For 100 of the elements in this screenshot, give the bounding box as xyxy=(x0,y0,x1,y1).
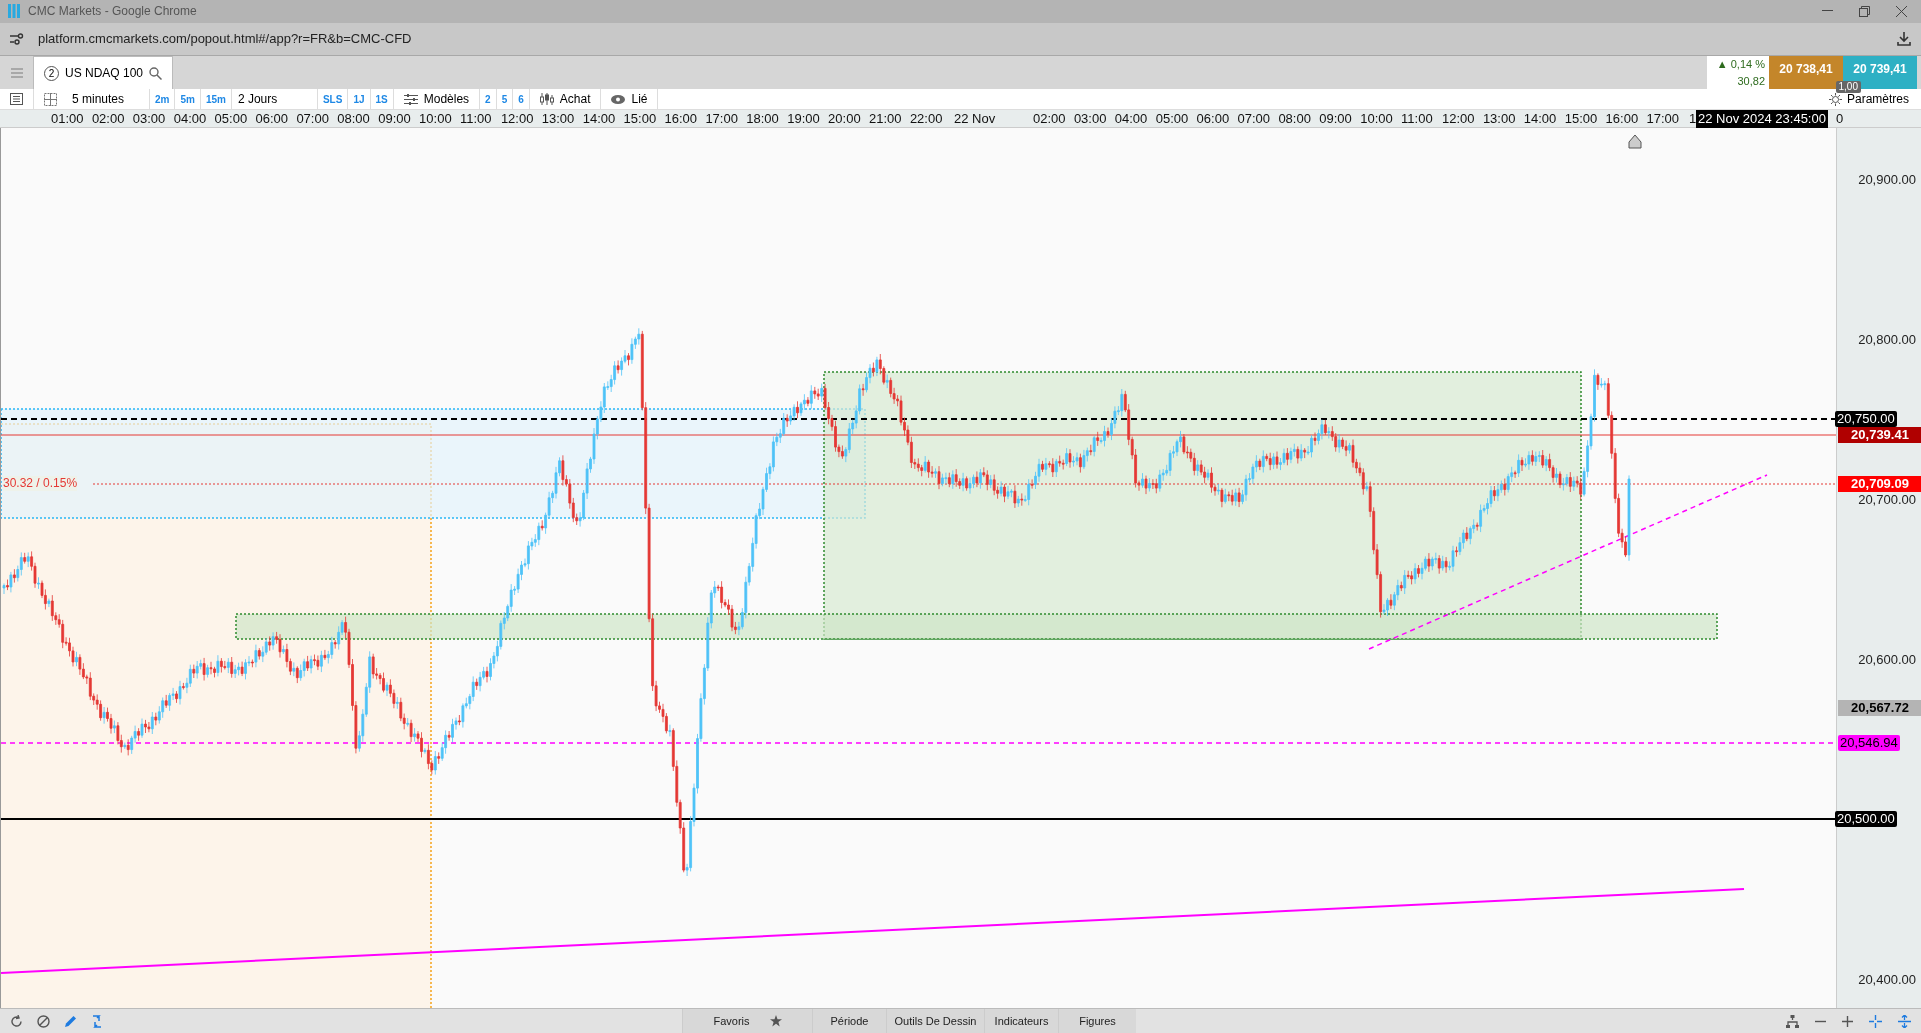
list-icon[interactable] xyxy=(10,93,23,106)
site-settings-icon[interactable] xyxy=(10,32,24,45)
price-label: 20,800.00 xyxy=(1858,332,1916,348)
time-label: 09:00 xyxy=(1319,110,1352,129)
price-label: 20,600.00 xyxy=(1858,652,1916,668)
swap-arrows-icon[interactable] xyxy=(91,1014,103,1028)
time-label: 09:00 xyxy=(378,110,411,129)
time-label: 02:00 xyxy=(1033,110,1066,129)
time-label: 17:00 xyxy=(1646,110,1680,129)
price-label: 20,900.00 xyxy=(1858,172,1916,188)
time-label: 14:00 xyxy=(1523,110,1557,129)
price-label: 20,400.00 xyxy=(1858,972,1916,988)
time-label: 04:00 xyxy=(1114,110,1148,129)
cursor-time-label: 22 Nov 2024 23:45:00 xyxy=(1696,110,1828,129)
panel-tab[interactable]: Outils De Dessin xyxy=(886,1009,984,1033)
layout-shortcut[interactable]: 2 xyxy=(480,89,497,110)
time-label: 06:00 xyxy=(255,110,289,129)
price-badge: 20,709.09 xyxy=(1838,476,1921,493)
hierarchy-icon[interactable] xyxy=(1786,1014,1799,1028)
price-badge: 20,739.41 xyxy=(1838,427,1921,444)
time-label: 08:00 xyxy=(337,110,370,129)
time-label: 07:00 xyxy=(296,110,329,129)
layout-shortcut[interactable]: 5 xyxy=(496,89,514,110)
address-bar[interactable]: platform.cmcmarkets.com/popout.html#/app?r=FR&b=CMC-CFD xyxy=(38,29,412,49)
time-label: 11:00 xyxy=(1401,110,1433,129)
panel-tab[interactable]: Figures xyxy=(1058,1009,1136,1033)
price-badge: 20,500.00 xyxy=(1835,811,1897,828)
time-label: 22 Nov xyxy=(954,110,996,129)
close-icon[interactable] xyxy=(1896,5,1907,17)
time-label: 12:00 xyxy=(1442,110,1475,129)
layout-shortcut[interactable]: 6 xyxy=(513,89,530,110)
search-icon[interactable] xyxy=(149,66,163,80)
time-label: 14:00 xyxy=(582,110,616,129)
download-icon[interactable] xyxy=(1897,31,1911,46)
time-label: 12:00 xyxy=(500,110,534,129)
app-logo-icon xyxy=(8,4,20,19)
time-label: 06:00 xyxy=(1196,110,1230,129)
panel-tab[interactable]: Favoris xyxy=(682,1009,812,1033)
panel-tab[interactable]: Période xyxy=(812,1009,886,1033)
time-label: 01:00 xyxy=(51,110,84,129)
expand-vertical-icon[interactable] xyxy=(1898,1014,1911,1028)
settings-icon xyxy=(1828,92,1842,106)
crosshair-icon[interactable] xyxy=(1869,1014,1882,1028)
window-title: CMC Markets - Google Chrome xyxy=(28,3,197,21)
period-dropdown[interactable]: 2 Jours xyxy=(231,89,318,110)
time-label: 21:00 xyxy=(869,110,902,129)
pencil-icon[interactable] xyxy=(64,1014,77,1028)
measure-label: 30.32 / 0.15% xyxy=(3,476,78,492)
price-badge: 20,567.72 xyxy=(1838,700,1921,717)
chart-type-button[interactable]: Achat xyxy=(529,89,602,110)
time-label: 07:00 xyxy=(1237,110,1271,129)
eye-icon xyxy=(611,94,626,104)
time-label: 13:00 xyxy=(541,110,575,129)
refresh-icon[interactable] xyxy=(10,1014,23,1028)
time-label: 11:00 xyxy=(460,110,492,129)
zoom-in-icon[interactable] xyxy=(1842,1015,1853,1027)
time-label: 04:00 xyxy=(173,110,207,129)
time-label: 05:00 xyxy=(214,110,248,129)
spread-badge: 1,00 xyxy=(1835,81,1861,94)
time-label: 22:00 xyxy=(909,110,943,129)
time-label: 19:00 xyxy=(787,110,820,129)
interval-shortcut[interactable]: 2m xyxy=(150,89,176,110)
interval-shortcut[interactable]: 15m xyxy=(200,89,232,110)
interval-dropdown[interactable]: 5 minutes xyxy=(66,89,150,110)
change-points: 30,82 xyxy=(1737,73,1765,89)
time-label: 1 xyxy=(1689,110,1697,129)
time-label: 16:00 xyxy=(664,110,698,129)
time-label: 10:00 xyxy=(419,110,452,129)
restore-icon[interactable] xyxy=(1859,5,1870,17)
period-shortcut[interactable]: 1J xyxy=(348,89,371,110)
time-label: 18:00 xyxy=(746,110,779,129)
time-label: 08:00 xyxy=(1278,110,1311,129)
time-label: 10:00 xyxy=(1360,110,1393,129)
price-badge: 20,750.00 xyxy=(1835,411,1897,428)
layout-grid-icon[interactable] xyxy=(43,92,57,106)
time-label: 15:00 xyxy=(1564,110,1598,129)
time-label: 15:00 xyxy=(623,110,657,129)
templates-button[interactable]: Modèles xyxy=(393,89,481,110)
interval-shortcut[interactable]: 5m xyxy=(175,89,201,110)
period-shortcut[interactable]: 1S xyxy=(370,89,394,110)
time-label: 02:00 xyxy=(91,110,125,129)
prohibited-icon[interactable] xyxy=(37,1014,50,1028)
time-label: 03:00 xyxy=(1073,110,1107,129)
instrument-tab[interactable]: 2 US NDAQ 100 xyxy=(33,56,174,90)
price-badge: 20,546.94 xyxy=(1838,735,1900,752)
minimize-icon[interactable] xyxy=(1822,10,1833,13)
panel-tab[interactable]: Indicateurs xyxy=(984,1009,1058,1033)
time-label: 05:00 xyxy=(1155,110,1189,129)
sliders-icon xyxy=(403,93,418,105)
time-label: 03:00 xyxy=(132,110,166,129)
candles-icon xyxy=(539,93,554,106)
time-label: 17:00 xyxy=(705,110,738,129)
time-label: 20:00 xyxy=(828,110,861,129)
last-price-marker-icon xyxy=(1628,134,1642,149)
change-percent: ▲ 0,14 % xyxy=(1716,57,1765,73)
period-shortcut[interactable]: SLS xyxy=(317,89,349,110)
time-label: 13:00 xyxy=(1482,110,1516,129)
star-icon[interactable] xyxy=(769,1015,782,1028)
link-button[interactable]: Lié xyxy=(601,89,659,110)
time-label: 16:00 xyxy=(1605,110,1639,129)
